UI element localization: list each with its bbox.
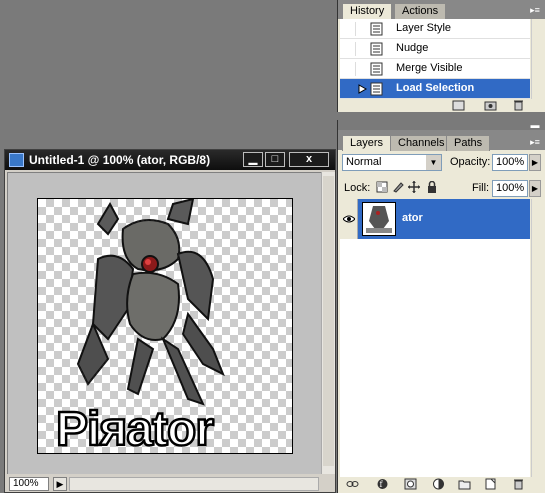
history-state-icon: [370, 42, 383, 56]
history-state-icon: [370, 62, 383, 76]
fill-label: Fill:: [472, 182, 490, 194]
lock-image-pixels-icon[interactable]: [392, 181, 404, 193]
layer-mask-icon[interactable]: [404, 478, 417, 490]
document-status-bar: 100% ▶: [7, 476, 335, 492]
canvas-area[interactable]: Piяator: [7, 172, 321, 474]
history-item[interactable]: Layer Style: [340, 19, 530, 39]
blend-mode-select[interactable]: Normal ▼: [342, 154, 442, 171]
lock-all-icon[interactable]: [426, 181, 438, 193]
eye-icon[interactable]: [343, 214, 355, 224]
history-state-icon: [370, 22, 383, 36]
artwork-title-text: Piяator: [56, 403, 213, 454]
maximize-button[interactable]: □: [265, 152, 285, 167]
trash-icon[interactable]: [512, 99, 525, 111]
tab-channels[interactable]: Channels: [390, 135, 453, 151]
history-source-slot[interactable]: [342, 22, 356, 36]
new-layer-icon[interactable]: [484, 478, 497, 490]
layers-footer: f: [338, 478, 544, 493]
document-horizontal-scrollbar[interactable]: [69, 477, 319, 491]
layers-panel-collapse-icon[interactable]: ▬: [528, 120, 542, 130]
link-layers-icon[interactable]: [346, 478, 359, 490]
history-tab-bar: History Actions ▸≡: [338, 0, 545, 19]
new-group-icon[interactable]: [458, 478, 471, 490]
blend-mode-value: Normal: [346, 156, 382, 168]
history-state-slider-icon[interactable]: [358, 84, 368, 94]
new-snapshot-icon[interactable]: [484, 99, 497, 111]
document-title: Untitled-1 @ 100% (ator, RGB/8): [29, 153, 211, 167]
layers-tab-bar: ▬ Layers Channels Paths ▸≡: [338, 120, 545, 151]
tab-layers[interactable]: Layers: [342, 135, 392, 151]
document-window: Untitled-1 @ 100% (ator, RGB/8) ▁ □ x Pi…: [4, 149, 336, 493]
layer-row-selected[interactable]: ator: [340, 199, 530, 239]
history-state-icon: [370, 82, 383, 96]
document-title-bar[interactable]: Untitled-1 @ 100% (ator, RGB/8) ▁ □ x: [5, 150, 335, 170]
opacity-field[interactable]: 100%: [492, 154, 528, 171]
tab-actions[interactable]: Actions: [394, 3, 447, 19]
tab-paths[interactable]: Paths: [446, 135, 491, 151]
adjustment-layer-icon[interactable]: [432, 478, 445, 490]
resize-grip-icon[interactable]: [321, 477, 335, 491]
history-item-label: Load Selection: [396, 82, 475, 94]
opacity-slider-arrow-icon[interactable]: ▶: [529, 154, 541, 171]
scroll-thumb[interactable]: [323, 176, 334, 466]
layer-thumbnail-image: [363, 203, 395, 235]
layers-list: ator: [340, 199, 530, 477]
panel-top-strip: [338, 120, 545, 130]
lock-label: Lock:: [344, 182, 371, 194]
history-source-slot[interactable]: [342, 42, 356, 56]
layer-name: ator: [402, 212, 423, 224]
tab-history[interactable]: History: [342, 3, 393, 19]
trash-icon[interactable]: [512, 478, 525, 490]
history-panel-menu-icon[interactable]: ▸≡: [528, 5, 542, 15]
history-list: Layer Style Nudge Merge Visible Load Sel…: [340, 19, 530, 99]
history-item-label: Merge Visible: [396, 62, 463, 74]
layer-style-icon[interactable]: f: [376, 478, 389, 490]
lock-position-icon[interactable]: [408, 181, 420, 193]
history-item-label: Nudge: [396, 42, 429, 54]
history-item-selected[interactable]: Load Selection: [340, 79, 530, 99]
zoom-level-field[interactable]: 100%: [9, 477, 49, 491]
document-vertical-scrollbar[interactable]: [321, 172, 335, 474]
history-item-label: Layer Style: [396, 22, 452, 34]
chevron-down-icon[interactable]: ▼: [426, 155, 441, 170]
history-item[interactable]: Merge Visible: [340, 59, 530, 79]
close-button[interactable]: x: [289, 152, 329, 167]
fill-slider-arrow-icon[interactable]: ▶: [529, 180, 541, 197]
layers-scrollbar[interactable]: [531, 199, 545, 477]
opacity-label: Opacity:: [450, 156, 491, 168]
layers-panel: ▬ Layers Channels Paths ▸≡ Normal ▼ Opac…: [337, 120, 545, 493]
fill-field[interactable]: 100%: [492, 180, 528, 197]
lock-transparent-pixels-icon[interactable]: [376, 181, 388, 193]
image-canvas[interactable]: Piяator: [37, 198, 293, 454]
history-item[interactable]: Nudge: [340, 39, 530, 59]
history-panel: History Actions ▸≡ Layer Style Nudge Mer…: [337, 0, 545, 112]
minimize-button[interactable]: ▁: [243, 152, 263, 167]
layer-visibility-toggle[interactable]: [340, 199, 358, 239]
status-menu-arrow-icon[interactable]: ▶: [53, 477, 67, 491]
photoshop-document-icon: [9, 153, 24, 167]
history-source-slot[interactable]: [342, 62, 356, 76]
layer-thumbnail[interactable]: [362, 202, 396, 236]
history-scrollbar[interactable]: [531, 19, 545, 99]
history-footer: [338, 99, 544, 112]
new-document-from-state-icon[interactable]: [452, 99, 465, 111]
layers-panel-menu-icon[interactable]: ▸≡: [528, 137, 542, 147]
creature-artwork: Piяator: [55, 199, 225, 454]
